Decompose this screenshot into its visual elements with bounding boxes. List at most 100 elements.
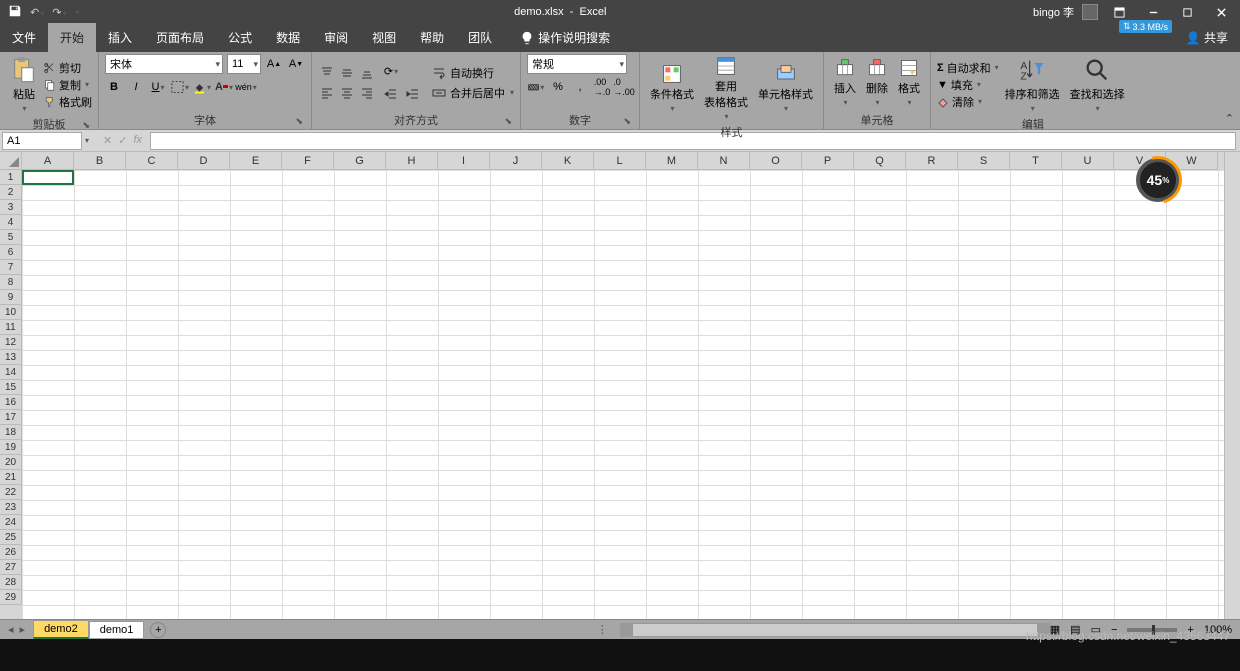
align-left-icon[interactable] bbox=[318, 84, 336, 102]
tab-data[interactable]: 数据 bbox=[264, 23, 312, 52]
column-header[interactable]: G bbox=[334, 152, 386, 170]
row-header[interactable]: 10 bbox=[0, 305, 22, 320]
cancel-formula-icon[interactable]: ✕ bbox=[103, 134, 112, 147]
decrease-decimal-icon[interactable]: .0→.00 bbox=[615, 78, 633, 96]
row-header[interactable]: 5 bbox=[0, 230, 22, 245]
row-header[interactable]: 11 bbox=[0, 320, 22, 335]
row-header[interactable]: 17 bbox=[0, 410, 22, 425]
tab-review[interactable]: 审阅 bbox=[312, 23, 360, 52]
name-box[interactable]: A1 bbox=[2, 132, 82, 150]
row-header[interactable]: 16 bbox=[0, 395, 22, 410]
column-header[interactable]: R bbox=[906, 152, 958, 170]
comma-button[interactable]: , bbox=[571, 78, 589, 96]
close-button[interactable] bbox=[1208, 1, 1234, 23]
increase-font-icon[interactable]: A▲ bbox=[265, 55, 283, 73]
sheet-nav-last-icon[interactable]: ▸ bbox=[20, 623, 26, 636]
copy-button[interactable]: 复制▾ bbox=[44, 77, 92, 93]
row-header[interactable]: 13 bbox=[0, 350, 22, 365]
row-header[interactable]: 8 bbox=[0, 275, 22, 290]
vertical-scrollbar[interactable] bbox=[1224, 152, 1240, 619]
decrease-indent-icon[interactable] bbox=[382, 85, 400, 103]
border-button[interactable]: ▾ bbox=[171, 78, 189, 96]
align-bottom-icon[interactable] bbox=[358, 64, 376, 82]
row-header[interactable]: 3 bbox=[0, 200, 22, 215]
tab-file[interactable]: 文件 bbox=[0, 23, 48, 52]
fill-button[interactable]: ▼填充▾ bbox=[937, 77, 999, 93]
sort-filter-button[interactable]: AZ排序和筛选▾ bbox=[1001, 54, 1064, 115]
column-header[interactable]: F bbox=[282, 152, 334, 170]
add-sheet-button[interactable]: + bbox=[150, 622, 166, 638]
autosum-button[interactable]: Σ自动求和▾ bbox=[937, 60, 999, 76]
column-header[interactable]: T bbox=[1010, 152, 1062, 170]
column-header[interactable]: L bbox=[594, 152, 646, 170]
row-header[interactable]: 1 bbox=[0, 170, 22, 185]
row-header[interactable]: 26 bbox=[0, 545, 22, 560]
column-header[interactable]: M bbox=[646, 152, 698, 170]
name-box-dropdown[interactable]: ▾ bbox=[85, 136, 89, 145]
column-header[interactable]: P bbox=[802, 152, 854, 170]
tab-view[interactable]: 视图 bbox=[360, 23, 408, 52]
row-header[interactable]: 15 bbox=[0, 380, 22, 395]
increase-decimal-icon[interactable]: .00→.0 bbox=[593, 78, 611, 96]
horizontal-scrollbar[interactable] bbox=[620, 623, 1050, 637]
redo-icon[interactable]: ↷▾ bbox=[52, 6, 66, 19]
column-header[interactable]: O bbox=[750, 152, 802, 170]
sheet-tab-demo2[interactable]: demo2 bbox=[33, 620, 89, 639]
column-header[interactable]: N bbox=[698, 152, 750, 170]
row-header[interactable]: 22 bbox=[0, 485, 22, 500]
underline-button[interactable]: U▾ bbox=[149, 78, 167, 96]
row-header[interactable]: 4 bbox=[0, 215, 22, 230]
row-header[interactable]: 29 bbox=[0, 590, 22, 605]
row-header[interactable]: 19 bbox=[0, 440, 22, 455]
font-name-select[interactable]: 宋体 bbox=[105, 54, 223, 74]
format-painter-button[interactable]: 格式刷 bbox=[44, 94, 92, 110]
row-header[interactable]: 7 bbox=[0, 260, 22, 275]
italic-button[interactable]: I bbox=[127, 78, 145, 96]
column-header[interactable]: J bbox=[490, 152, 542, 170]
user-name[interactable]: bingo 李 bbox=[1033, 4, 1074, 20]
row-header[interactable]: 21 bbox=[0, 470, 22, 485]
wrap-text-button[interactable]: 自动换行 bbox=[432, 65, 514, 81]
conditional-format-button[interactable]: 条件格式▾ bbox=[646, 62, 698, 115]
decrease-font-icon[interactable]: A▼ bbox=[287, 55, 305, 73]
select-all-button[interactable] bbox=[0, 152, 22, 170]
column-header[interactable]: H bbox=[386, 152, 438, 170]
avatar[interactable] bbox=[1082, 4, 1098, 20]
column-header[interactable]: S bbox=[958, 152, 1010, 170]
align-top-icon[interactable] bbox=[318, 64, 336, 82]
row-header[interactable]: 2 bbox=[0, 185, 22, 200]
fill-color-button[interactable]: ▾ bbox=[193, 78, 211, 96]
tab-pagelayout[interactable]: 页面布局 bbox=[144, 23, 216, 52]
share-button[interactable]: 👤 共享 bbox=[1186, 29, 1228, 46]
phonetic-button[interactable]: wén▾ bbox=[237, 78, 255, 96]
sheet-tab-demo1[interactable]: demo1 bbox=[89, 621, 145, 638]
orientation-button[interactable]: ⟳▾ bbox=[382, 63, 400, 81]
row-header[interactable]: 6 bbox=[0, 245, 22, 260]
column-header[interactable]: C bbox=[126, 152, 178, 170]
row-header[interactable]: 23 bbox=[0, 500, 22, 515]
row-header[interactable]: 25 bbox=[0, 530, 22, 545]
find-select-button[interactable]: 查找和选择▾ bbox=[1066, 54, 1129, 115]
cut-button[interactable]: 剪切 bbox=[44, 60, 92, 76]
row-header[interactable]: 24 bbox=[0, 515, 22, 530]
accounting-format-button[interactable]: 🝙▾ bbox=[527, 78, 545, 96]
collapse-ribbon-icon[interactable]: ⌃ bbox=[1225, 112, 1234, 125]
enter-formula-icon[interactable]: ✓ bbox=[118, 134, 127, 147]
tab-help[interactable]: 帮助 bbox=[408, 23, 456, 52]
cell-styles-button[interactable]: 单元格样式▾ bbox=[754, 62, 817, 115]
insert-cells-button[interactable]: 插入▾ bbox=[830, 56, 860, 109]
align-center-icon[interactable] bbox=[338, 84, 356, 102]
row-header[interactable]: 12 bbox=[0, 335, 22, 350]
qat-customize-icon[interactable]: ▾ bbox=[75, 8, 79, 17]
font-color-button[interactable]: A▾ bbox=[215, 78, 233, 96]
delete-cells-button[interactable]: 删除▾ bbox=[862, 56, 892, 109]
insert-function-icon[interactable]: fx bbox=[133, 134, 142, 147]
column-header[interactable]: A bbox=[22, 152, 74, 170]
column-header[interactable]: U bbox=[1062, 152, 1114, 170]
column-header[interactable]: Q bbox=[854, 152, 906, 170]
clear-button[interactable]: 清除▾ bbox=[937, 94, 999, 110]
tab-team[interactable]: 团队 bbox=[456, 23, 504, 52]
undo-icon[interactable]: ↶▾ bbox=[30, 6, 44, 19]
maximize-button[interactable] bbox=[1174, 1, 1200, 23]
bold-button[interactable]: B bbox=[105, 78, 123, 96]
